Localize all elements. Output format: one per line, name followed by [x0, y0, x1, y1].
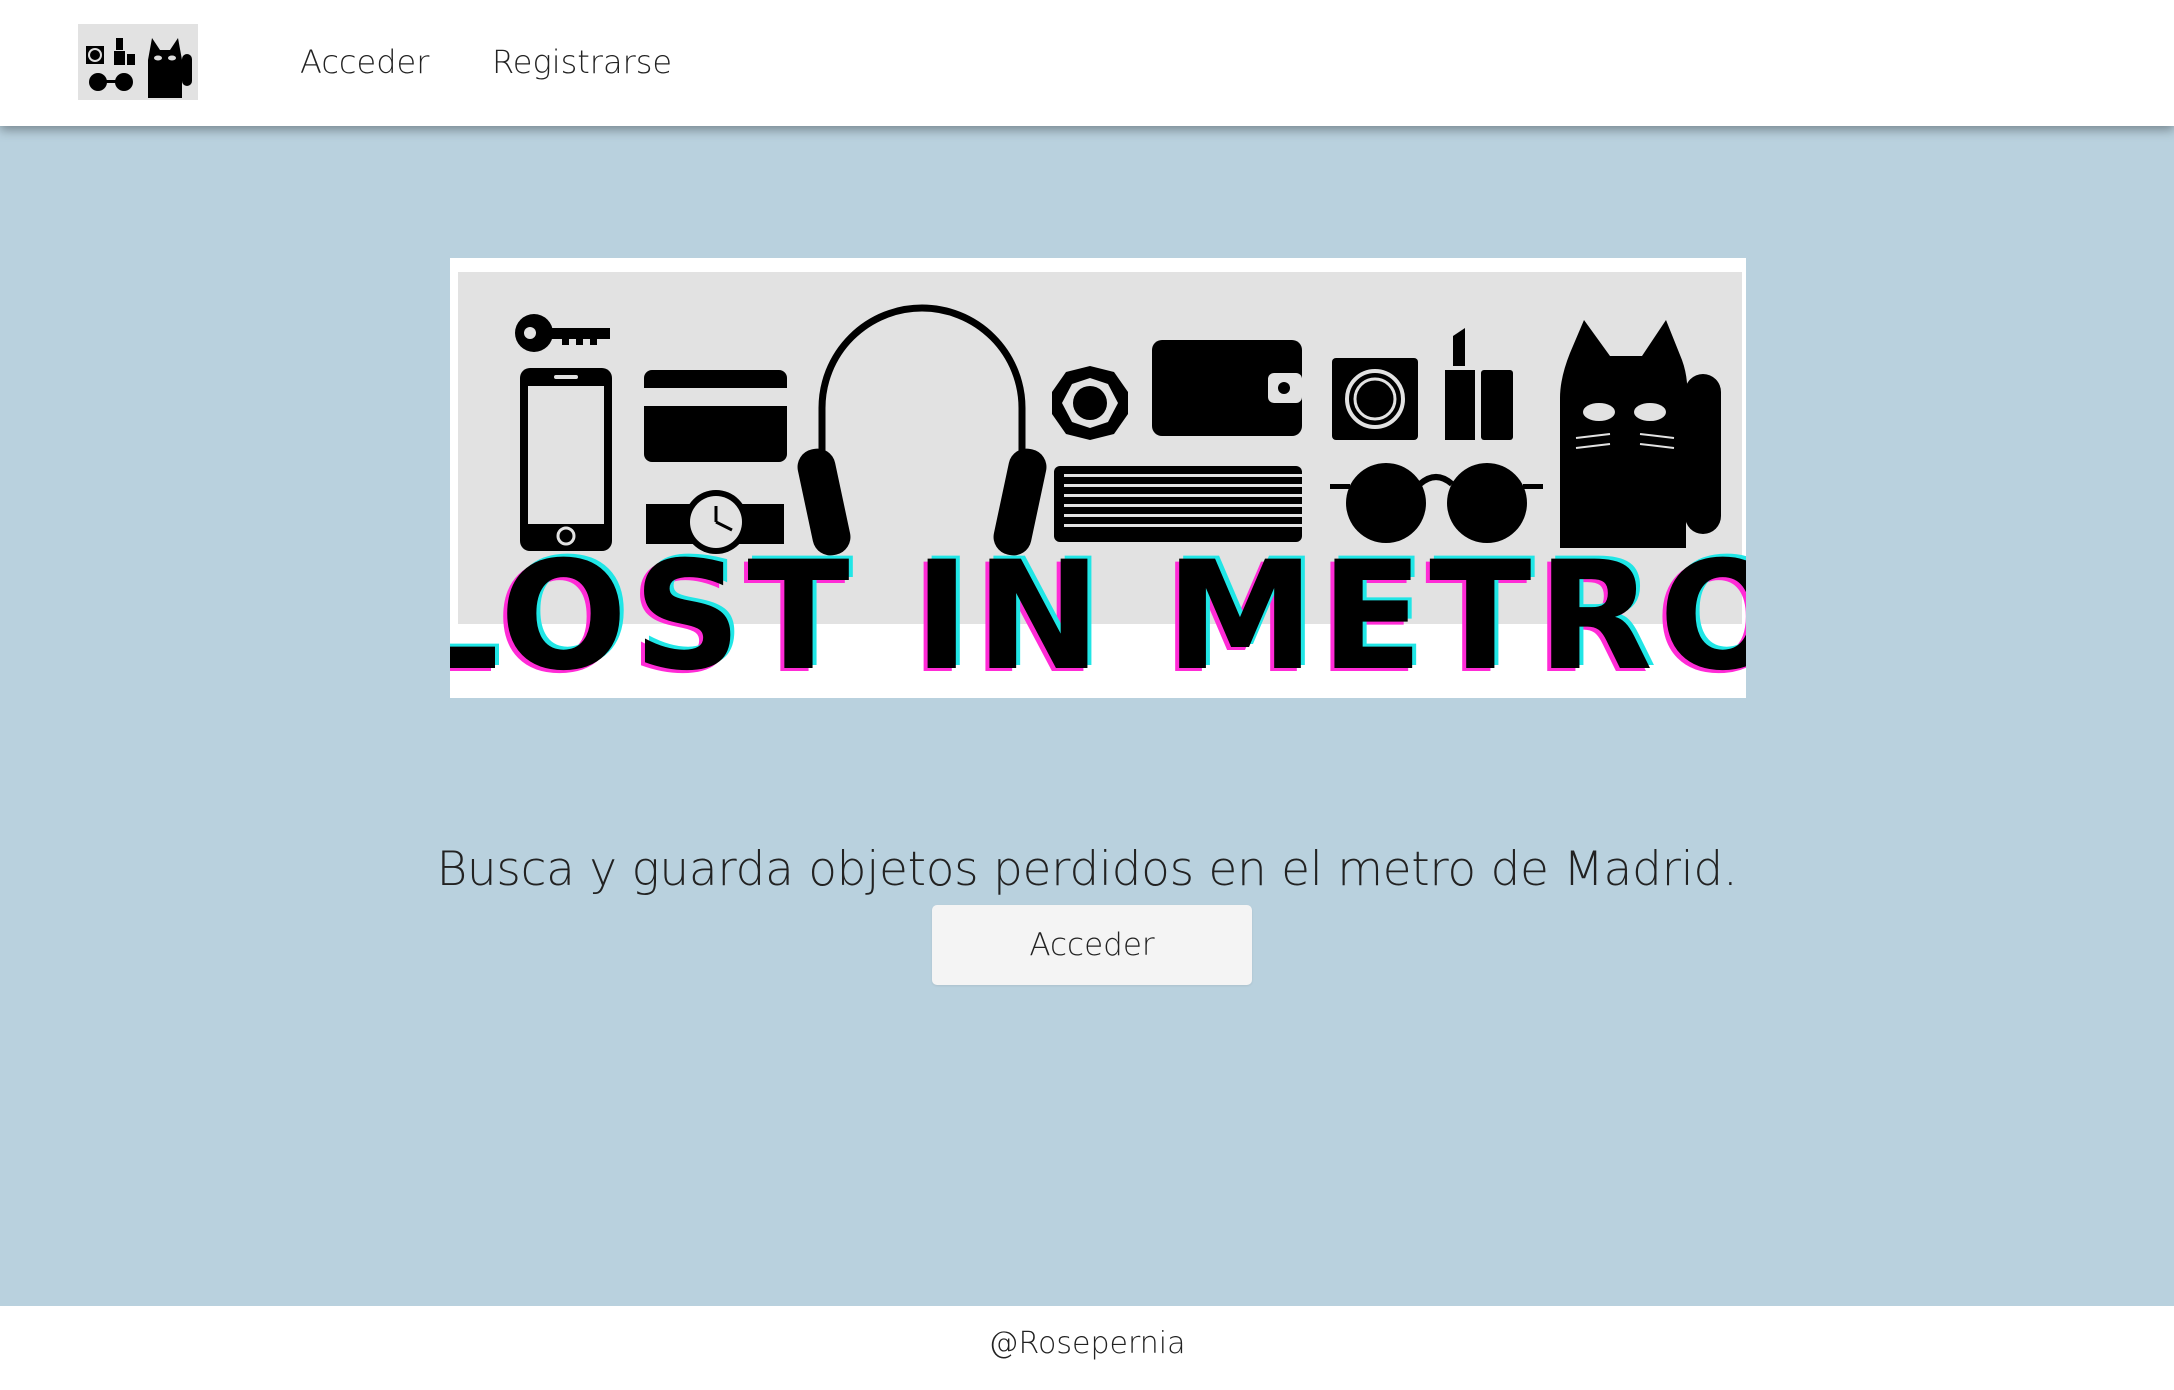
- acceder-button[interactable]: Acceder: [932, 905, 1252, 985]
- banner-title: LOST IN METRO LOST IN METRO LOST IN METR…: [450, 527, 1746, 698]
- footer-author: @Rosepernia: [988, 1326, 1186, 1361]
- lost-items-icons-logo: [86, 38, 192, 98]
- lost-in-metro-banner: LOST IN METRO LOST IN METRO LOST IN METR…: [450, 272, 1746, 698]
- hero-tagline: Busca y guarda objetos perdidos en el me…: [436, 842, 1738, 897]
- condom-icon: [1332, 358, 1418, 440]
- banner-title-main: LOST IN METRO: [450, 530, 1746, 698]
- site-logo[interactable]: [78, 24, 198, 100]
- nav-link-registrarse[interactable]: Registrarse: [492, 38, 672, 86]
- nav-link-acceder[interactable]: Acceder: [300, 38, 429, 86]
- top-navbar: Acceder Registrarse: [0, 0, 2174, 126]
- phone-icon: [520, 368, 612, 551]
- page-footer: @Rosepernia: [0, 1306, 2174, 1390]
- ring-icon: [1052, 366, 1128, 440]
- credit-card-icon: [644, 370, 787, 462]
- wallet-icon: [1152, 340, 1302, 436]
- hero-banner: LOST IN METRO LOST IN METRO LOST IN METR…: [450, 258, 1746, 698]
